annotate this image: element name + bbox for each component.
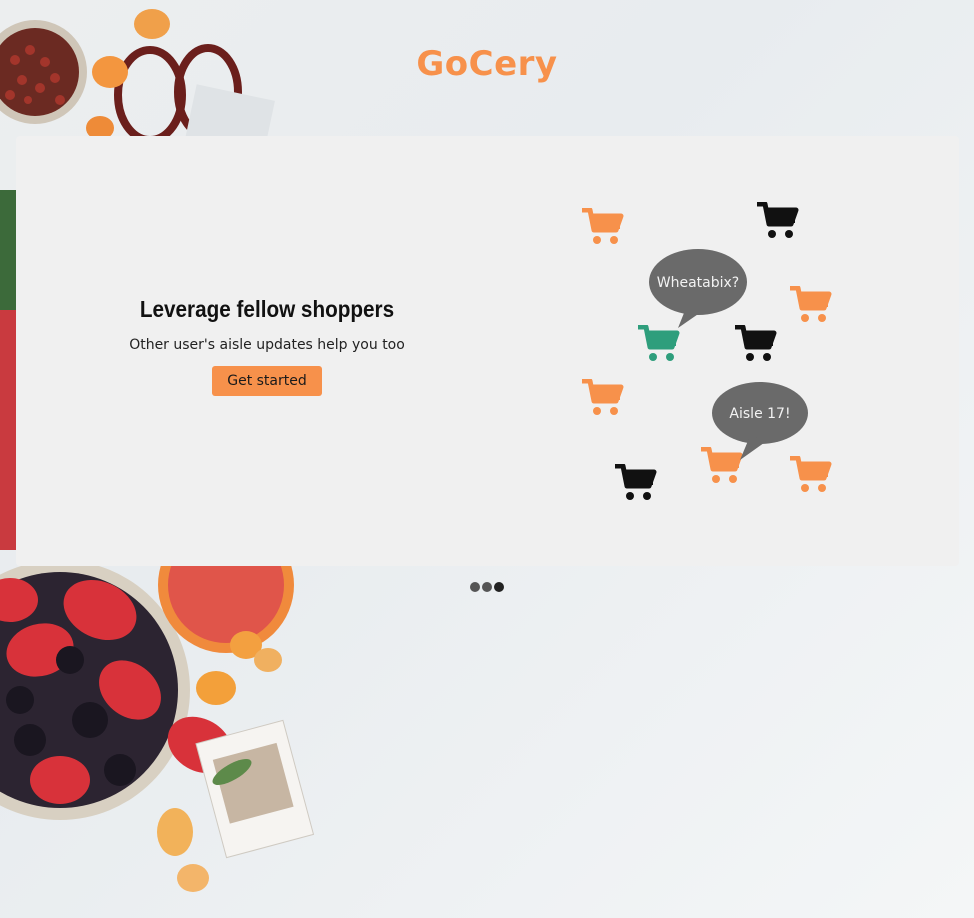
shopping-cart-icon <box>582 379 624 415</box>
carousel-indicators <box>0 582 974 592</box>
shopping-cart-icon <box>582 208 624 244</box>
carousel-dot-1[interactable] <box>470 582 480 592</box>
get-started-button[interactable]: Get started <box>212 366 322 396</box>
slide-subtitle: Other user's aisle updates help you too <box>129 337 405 353</box>
speech-bubble-icon: Aisle 17! <box>712 382 808 460</box>
bubble-text-question: Wheatabix? <box>657 275 739 291</box>
app-logo[interactable]: GoCery <box>0 44 974 84</box>
carousel-dot-3[interactable] <box>494 582 504 592</box>
shopping-cart-icon <box>615 464 657 500</box>
carousel-slide: Leverage fellow shoppers Other user's ai… <box>16 136 959 566</box>
slide-title: Leverage fellow shoppers <box>139 296 395 322</box>
bubble-text-answer: Aisle 17! <box>729 406 790 422</box>
slide-text-block: Leverage fellow shoppers Other user's ai… <box>116 296 418 396</box>
shopping-cart-icon <box>757 202 799 238</box>
shopping-cart-icon <box>790 286 832 322</box>
speech-bubble-icon: Wheatabix? <box>649 249 747 328</box>
carousel-dot-2[interactable] <box>482 582 492 592</box>
